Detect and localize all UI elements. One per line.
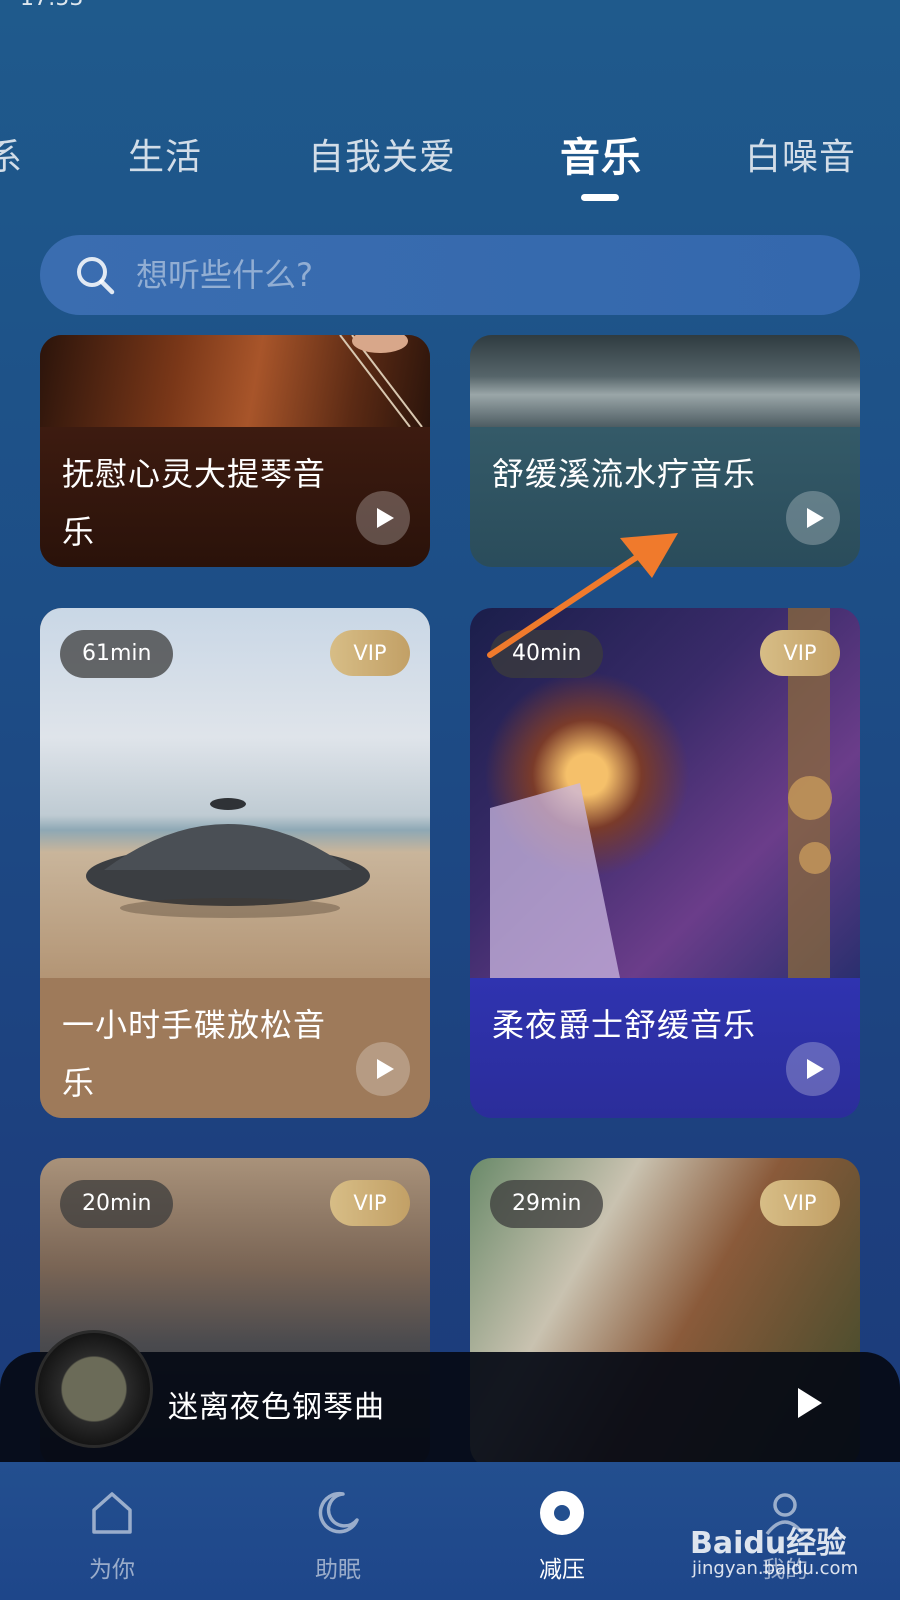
- duration-badge: 40min: [490, 630, 604, 678]
- play-icon: [377, 1059, 394, 1079]
- card-image: [470, 335, 860, 427]
- card-title: 抚慰心灵大提琴音乐: [62, 455, 327, 551]
- home-icon: [87, 1488, 137, 1538]
- card-title: 柔夜爵士舒缓音乐: [492, 1006, 757, 1044]
- vip-badge: VIP: [330, 1180, 410, 1226]
- baidu-watermark: Baidu经验: [690, 1526, 847, 1561]
- play-button[interactable]: [356, 1042, 410, 1096]
- tab-music[interactable]: 音乐: [560, 125, 642, 183]
- play-icon[interactable]: [798, 1388, 822, 1418]
- search-input[interactable]: [136, 256, 816, 294]
- vip-badge: VIP: [760, 630, 840, 676]
- tab-life[interactable]: 生活: [128, 128, 202, 180]
- nav-relax[interactable]: 减压: [482, 1462, 642, 1600]
- search-bar[interactable]: [40, 235, 860, 315]
- music-card-stream[interactable]: 舒缓溪流水疗音乐: [470, 335, 860, 567]
- tab-white-noise[interactable]: 白噪音: [745, 128, 856, 180]
- music-card-handpan[interactable]: 一小时手碟放松音乐 61min VIP: [40, 608, 430, 1118]
- music-card-cello[interactable]: 抚慰心灵大提琴音乐: [40, 335, 430, 567]
- search-icon: [74, 254, 116, 296]
- duration-badge: 20min: [60, 1180, 174, 1228]
- play-button[interactable]: [786, 491, 840, 545]
- album-art: [35, 1330, 153, 1448]
- duration-badge: 61min: [60, 630, 174, 678]
- nav-for-you[interactable]: 为你: [32, 1462, 192, 1600]
- play-icon: [807, 1059, 824, 1079]
- play-icon: [807, 508, 824, 528]
- nav-label: 减压: [539, 1557, 585, 1583]
- record-icon: [537, 1488, 587, 1538]
- tab-self-care[interactable]: 自我关爱: [308, 128, 456, 180]
- nav-sleep[interactable]: 助眠: [258, 1462, 418, 1600]
- tab-relationship[interactable]: 系: [0, 128, 23, 180]
- nav-label: 助眠: [315, 1557, 361, 1583]
- status-time: 17:53: [20, 0, 83, 11]
- duration-badge: 29min: [490, 1180, 604, 1228]
- card-image: [40, 335, 430, 427]
- active-tab-indicator: [581, 194, 619, 201]
- watermark-url: jingyan.baidu.com: [692, 1558, 859, 1579]
- music-card-jazz[interactable]: 柔夜爵士舒缓音乐 40min VIP: [470, 608, 860, 1118]
- play-button[interactable]: [356, 491, 410, 545]
- now-playing-title: 迷离夜色钢琴曲: [168, 1390, 385, 1425]
- play-button[interactable]: [786, 1042, 840, 1096]
- moon-icon: [313, 1488, 363, 1538]
- category-tabs: 系 生活 自我关爱 音乐 白噪音: [0, 128, 900, 208]
- play-icon: [377, 508, 394, 528]
- nav-label: 为你: [89, 1557, 135, 1583]
- now-playing-bar[interactable]: 迷离夜色钢琴曲: [0, 1330, 900, 1462]
- vip-badge: VIP: [330, 630, 410, 676]
- vip-badge: VIP: [760, 1180, 840, 1226]
- card-title: 舒缓溪流水疗音乐: [492, 455, 757, 493]
- card-title: 一小时手碟放松音乐: [62, 1006, 327, 1102]
